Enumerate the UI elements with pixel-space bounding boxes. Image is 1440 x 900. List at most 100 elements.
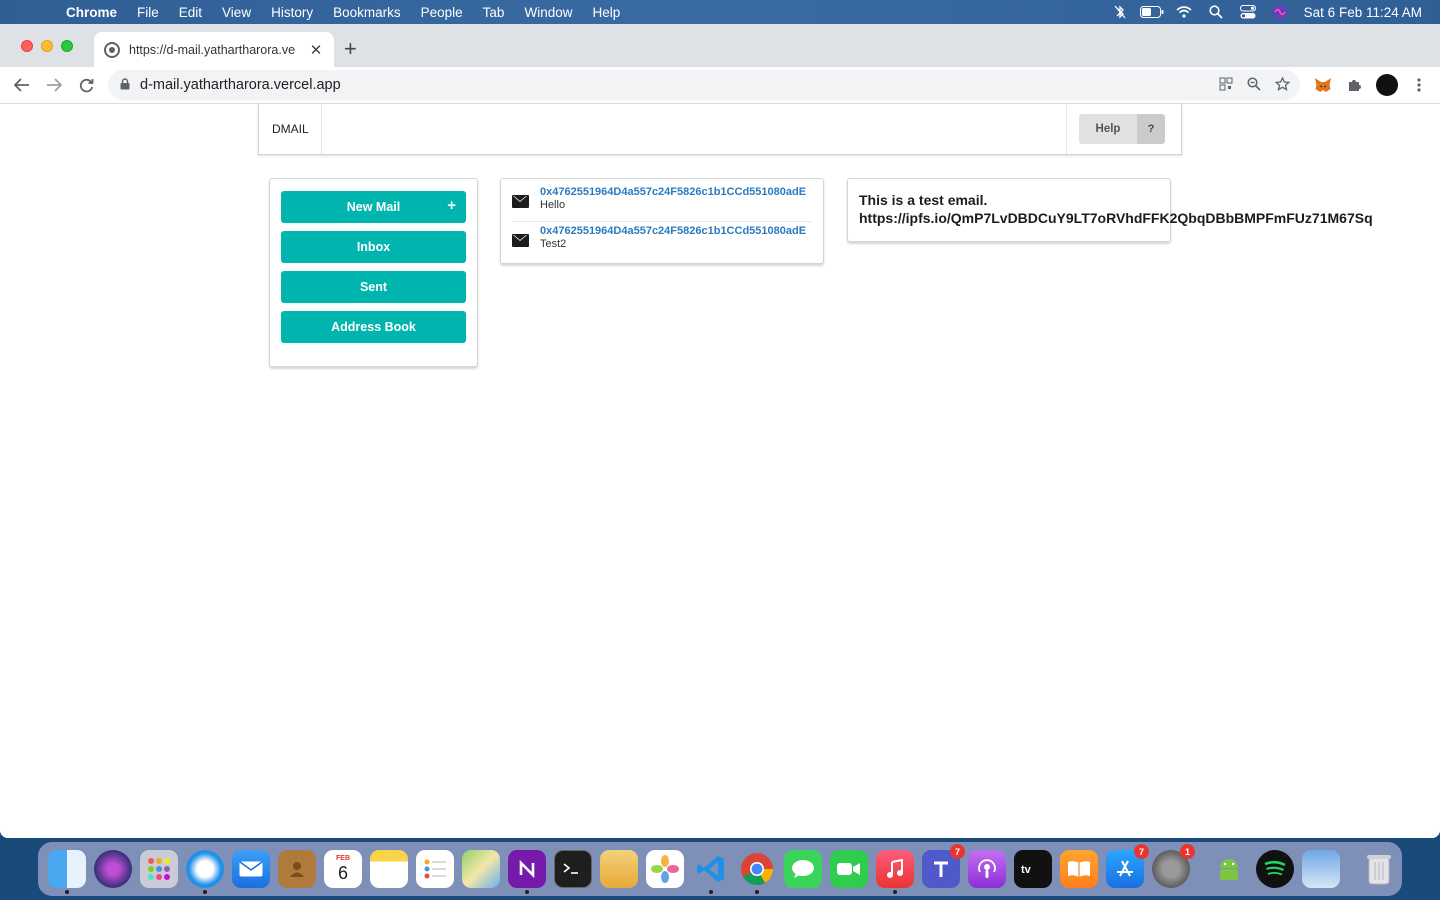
forward-arrow-icon[interactable]: [38, 69, 70, 101]
url-text[interactable]: d-mail.yathartharora.vercel.app: [140, 77, 341, 93]
safari-compass-icon[interactable]: [186, 850, 224, 894]
zoom-window-button[interactable]: [61, 40, 73, 52]
menu-window[interactable]: Window: [514, 5, 582, 20]
inbox-button[interactable]: Inbox: [281, 231, 466, 263]
back-arrow-icon[interactable]: [6, 69, 38, 101]
profile-avatar[interactable]: [1376, 74, 1398, 96]
photos-icon[interactable]: [646, 850, 684, 888]
mail-sidebar: New Mail + Inbox Sent Address Book: [269, 178, 478, 367]
window-controls: [21, 40, 73, 52]
question-mark-icon[interactable]: ?: [1137, 114, 1165, 144]
address-book-button[interactable]: Address Book: [281, 311, 466, 343]
help-label[interactable]: Help: [1079, 114, 1137, 144]
teams-icon[interactable]: 7: [922, 844, 965, 888]
control-center-icon[interactable]: [1232, 0, 1264, 24]
sent-button[interactable]: Sent: [281, 271, 466, 303]
svg-text:tv: tv: [1021, 864, 1032, 875]
mail-item-text: 0x4762551964D4a557c24F5826c1b1CCd551080a…: [540, 186, 806, 211]
notes-icon[interactable]: [370, 850, 408, 888]
app-store-icon[interactable]: 7: [1106, 844, 1149, 888]
apple-tv-icon[interactable]: tv: [1014, 850, 1052, 888]
menu-tab[interactable]: Tab: [473, 5, 515, 20]
launchpad-icon[interactable]: [140, 850, 178, 888]
mail-list: 0x4762551964D4a557c24F5826c1b1CCd551080a…: [500, 178, 824, 264]
chrome-menu-icon[interactable]: [1408, 72, 1430, 98]
running-indicator: [755, 890, 759, 894]
calendar-icon[interactable]: FEB 6: [324, 850, 362, 888]
running-indicator: [709, 890, 713, 894]
menu-edit[interactable]: Edit: [169, 5, 212, 20]
menu-view[interactable]: View: [212, 5, 261, 20]
new-tab-button[interactable]: +: [344, 36, 357, 62]
mail-subject: Hello: [540, 199, 566, 211]
reminders-icon[interactable]: [416, 850, 454, 888]
preview-icon[interactable]: [600, 850, 638, 888]
reload-icon[interactable]: [70, 69, 102, 101]
plus-icon: +: [447, 197, 456, 214]
menu-app-name[interactable]: Chrome: [56, 5, 127, 20]
zoom-icon[interactable]: [1247, 76, 1261, 94]
running-indicator: [65, 890, 69, 894]
vscode-icon[interactable]: [692, 850, 730, 894]
onenote-icon[interactable]: [508, 850, 546, 894]
lock-icon[interactable]: [120, 77, 130, 93]
siri-app-icon[interactable]: [94, 850, 132, 888]
wifi-icon[interactable]: [1168, 0, 1200, 24]
spotify-icon[interactable]: [1256, 850, 1294, 888]
mail-sender-link[interactable]: 0x4762551964D4a557c24F5826c1b1CCd551080a…: [540, 186, 806, 199]
web-page: DMAIL Help ? New Mail + Inbox Sent Addre…: [0, 104, 1440, 838]
facetime-icon[interactable]: [830, 850, 868, 888]
new-mail-button[interactable]: New Mail +: [281, 191, 466, 223]
maps-icon[interactable]: [462, 850, 500, 888]
running-indicator: [203, 890, 207, 894]
messages-icon[interactable]: [784, 850, 822, 888]
menu-clock[interactable]: Sat 6 Feb 11:24 AM: [1296, 5, 1422, 20]
top-navigation: DMAIL Help ?: [258, 104, 1182, 155]
menu-history[interactable]: History: [261, 5, 323, 20]
mail-list-item[interactable]: 0x4762551964D4a557c24F5826c1b1CCd551080a…: [512, 221, 812, 256]
metamask-fox-icon[interactable]: [1312, 72, 1334, 98]
minimize-window-button[interactable]: [41, 40, 53, 52]
browser-tab[interactable]: https://d-mail.yathartharora.ve ✕: [94, 32, 334, 67]
envelope-icon: [512, 195, 529, 208]
screenshot-icon[interactable]: [1302, 850, 1340, 888]
envelope-icon: [512, 234, 529, 247]
siri-icon[interactable]: [1264, 0, 1296, 24]
menu-help[interactable]: Help: [582, 5, 630, 20]
address-bar[interactable]: d-mail.yathartharora.vercel.app: [108, 70, 1300, 100]
books-icon[interactable]: [1060, 850, 1098, 888]
android-icon[interactable]: [1210, 850, 1248, 888]
terminal-icon[interactable]: [554, 850, 592, 888]
system-preferences-gear-icon[interactable]: 1: [1152, 844, 1195, 888]
music-icon[interactable]: [876, 850, 914, 894]
bookmark-star-icon[interactable]: [1274, 75, 1291, 94]
close-window-button[interactable]: [21, 40, 33, 52]
finder-icon[interactable]: [48, 850, 86, 894]
contacts-icon[interactable]: [278, 850, 316, 888]
running-indicator: [893, 890, 897, 894]
battery-icon[interactable]: [1136, 0, 1168, 24]
bluetooth-off-icon[interactable]: [1104, 0, 1136, 24]
menu-people[interactable]: People: [411, 5, 473, 20]
tab-close-icon[interactable]: ✕: [308, 41, 324, 59]
mail-body-link[interactable]: https://ipfs.io/QmP7LvDBDCuY9LT7oRVhdFFK…: [859, 209, 1373, 227]
brand-logo[interactable]: DMAIL: [259, 104, 322, 154]
menu-file[interactable]: File: [127, 5, 169, 20]
mail-body-line: This is a test email.: [859, 192, 988, 208]
menu-bookmarks[interactable]: Bookmarks: [323, 5, 411, 20]
dock: FEB 6 7 tv 7 1: [38, 842, 1402, 896]
mail-item-text: 0x4762551964D4a557c24F5826c1b1CCd551080a…: [540, 225, 806, 250]
tab-title: https://d-mail.yathartharora.ve: [129, 42, 296, 57]
spotlight-icon[interactable]: [1200, 0, 1232, 24]
trash-icon[interactable]: [1360, 850, 1398, 888]
podcasts-icon[interactable]: [968, 850, 1006, 888]
calendar-day: 6: [337, 863, 348, 883]
mail-list-item[interactable]: 0x4762551964D4a557c24F5826c1b1CCd551080a…: [512, 186, 812, 221]
extensions-puzzle-icon[interactable]: [1344, 72, 1366, 98]
mail-app-icon[interactable]: [232, 850, 270, 888]
qr-code-icon[interactable]: [1219, 77, 1233, 94]
help-button[interactable]: Help ?: [1079, 114, 1165, 144]
help-container: Help ?: [1066, 104, 1181, 154]
mail-sender-link[interactable]: 0x4762551964D4a557c24F5826c1b1CCd551080a…: [540, 225, 806, 238]
chrome-icon[interactable]: [738, 850, 776, 894]
